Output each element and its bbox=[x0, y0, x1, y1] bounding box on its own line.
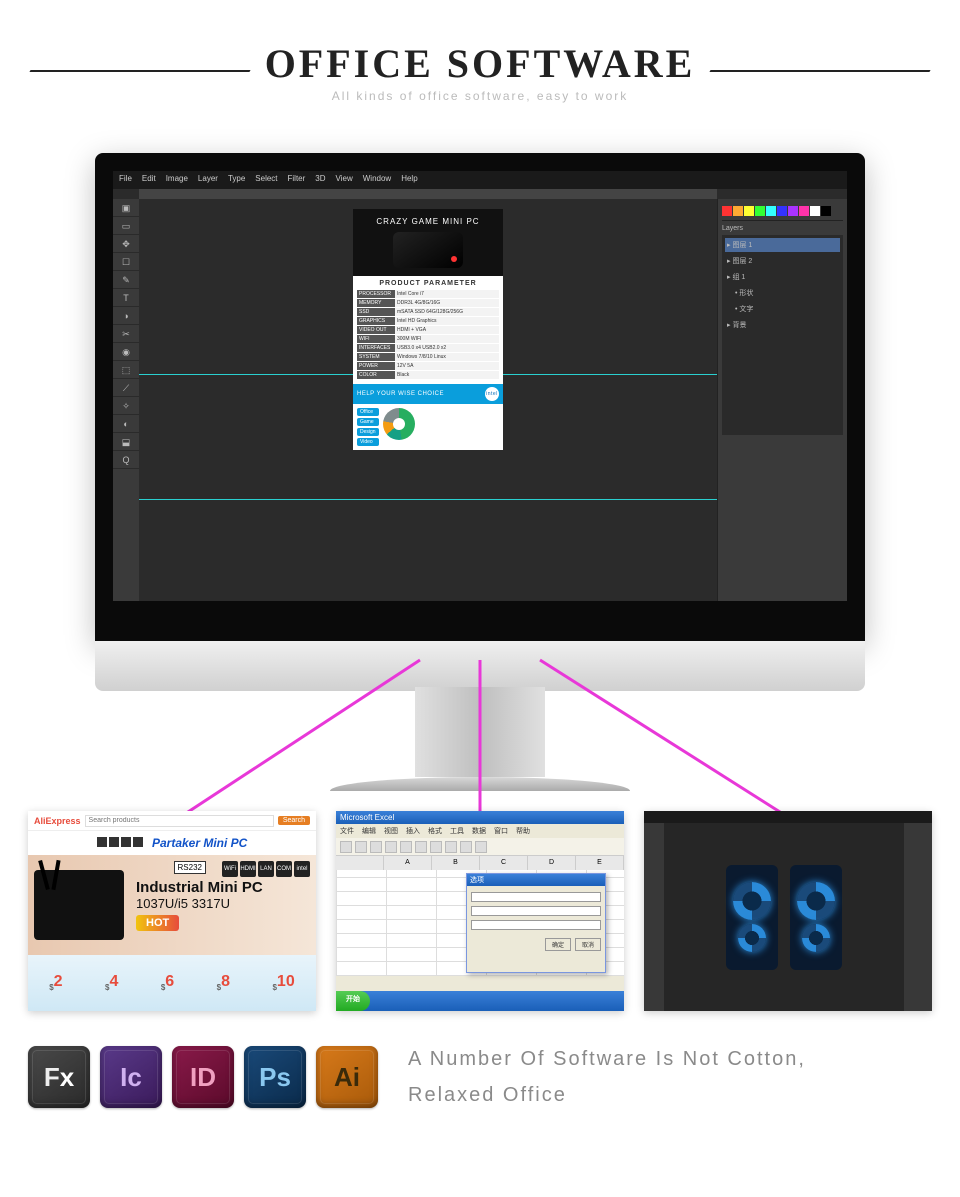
ps-menu-item: 3D bbox=[315, 174, 325, 186]
thumbnail-browser: AliExpress Search Partaker Mini PC Indus… bbox=[28, 811, 316, 1011]
phone-mockup bbox=[726, 865, 778, 970]
dial-ui-icon bbox=[738, 924, 766, 952]
monitor-bezel: File Edit Image Layer Type Select Filter… bbox=[95, 153, 865, 641]
deal-value: $6 bbox=[161, 973, 174, 992]
deal-value: $4 bbox=[105, 973, 118, 992]
dial-ui-icon bbox=[797, 882, 835, 920]
design-menubar bbox=[644, 811, 932, 823]
aliexpress-logo: AliExpress bbox=[34, 816, 81, 826]
partaker-banner: Partaker Mini PC bbox=[28, 831, 316, 855]
photoshop-menubar: File Edit Image Layer Type Select Filter… bbox=[113, 171, 847, 189]
start-button[interactable]: 开始 bbox=[336, 991, 370, 1011]
rs232-label: RS232 bbox=[174, 861, 206, 874]
excel-menubar: 文件 编辑 视图 插入 格式 工具 数据 窗口 帮助 bbox=[336, 824, 624, 838]
monitor-screen: File Edit Image Layer Type Select Filter… bbox=[113, 171, 847, 601]
dialog-input[interactable] bbox=[471, 892, 601, 902]
hot-badge: HOT bbox=[136, 915, 179, 931]
dial-ui-icon bbox=[733, 882, 771, 920]
footer-row: Fx Ic ID Ps Ai A Number Of Software Is N… bbox=[0, 1011, 960, 1113]
product-cpu: 1037U/i5 3317U bbox=[136, 896, 263, 911]
artwork-hero-title: CRAZY GAME MINI PC bbox=[357, 217, 499, 226]
canvas-artwork: CRAZY GAME MINI PC PRODUCT PARAMETER PRO… bbox=[353, 209, 503, 450]
ps-menu-item: File bbox=[119, 174, 132, 186]
footer-text: A Number Of Software Is Not Cotton, Rela… bbox=[408, 1041, 932, 1113]
dialog-input[interactable] bbox=[471, 920, 601, 930]
dialog-input[interactable] bbox=[471, 906, 601, 916]
design-canvas bbox=[664, 823, 904, 1011]
monitor-chin bbox=[95, 641, 865, 691]
page-title: OFFICE SOFTWARE bbox=[265, 40, 696, 87]
monitor-stand bbox=[415, 687, 545, 777]
thumbnails-row: AliExpress Search Partaker Mini PC Indus… bbox=[0, 791, 960, 1011]
indesign-icon: ID bbox=[172, 1046, 234, 1108]
monitor-illustration: File Edit Image Layer Type Select Filter… bbox=[95, 153, 865, 791]
artwork-hero: CRAZY GAME MINI PC bbox=[353, 209, 503, 276]
pie-chart-icon bbox=[383, 408, 415, 440]
ps-menu-item: Select bbox=[255, 174, 277, 186]
flex-builder-icon: Fx bbox=[28, 1046, 90, 1108]
ps-menu-item: Edit bbox=[142, 174, 156, 186]
design-toolbar bbox=[644, 823, 664, 1011]
photoshop-panels: Layers ▸ 图层 1 ▸ 图层 2 ▸ 组 1 • 形状 • 文字 ▸ 背… bbox=[717, 199, 847, 601]
excel-titlebar: Microsoft Excel bbox=[336, 811, 624, 824]
page-header: OFFICE SOFTWARE All kinds of office soft… bbox=[0, 0, 960, 103]
product-hero: Industrial Mini PC 1037U/i5 3317U HOT Wi… bbox=[28, 855, 316, 955]
ok-button[interactable]: 确定 bbox=[545, 938, 571, 951]
guide-line bbox=[139, 499, 717, 500]
design-panels bbox=[904, 823, 932, 1011]
browser-topbar: AliExpress Search bbox=[28, 811, 316, 831]
divider-left bbox=[29, 70, 250, 72]
dial-ui-icon bbox=[802, 924, 830, 952]
ps-menu-item: Window bbox=[363, 174, 391, 186]
ps-menu-item: View bbox=[336, 174, 353, 186]
search-button[interactable]: Search bbox=[278, 816, 310, 825]
ps-menu-item: Filter bbox=[288, 174, 306, 186]
deal-value: $10 bbox=[272, 973, 294, 992]
windows-taskbar: 开始 bbox=[336, 991, 624, 1011]
feature-badges: WiFi HDMI LAN COM intel bbox=[222, 861, 310, 877]
deal-value: $2 bbox=[49, 973, 62, 992]
ps-menu-item: Type bbox=[228, 174, 245, 186]
spec-heading: PRODUCT PARAMETER bbox=[357, 280, 499, 287]
page-subtitle: All kinds of office software, easy to wo… bbox=[0, 89, 960, 103]
ps-menu-item: Image bbox=[166, 174, 188, 186]
artwork-chart: Office Game Design Video bbox=[353, 404, 503, 450]
options-dialog: 选项 确定 取消 bbox=[466, 873, 606, 973]
photoshop-toolbar: ▣▭✥☐✎T◑✂◉⬚⟋✧◐⬓Q bbox=[113, 199, 139, 601]
incopy-icon: Ic bbox=[100, 1046, 162, 1108]
artwork-specs: PRODUCT PARAMETER PROCESSORIntel Core i7… bbox=[353, 276, 503, 384]
ps-menu-item: Help bbox=[401, 174, 417, 186]
software-icons: Fx Ic ID Ps Ai bbox=[28, 1046, 378, 1108]
artwork-blue-banner: HELP YOUR WISE CHOICE intel bbox=[353, 384, 503, 404]
search-input[interactable] bbox=[85, 815, 274, 827]
phone-mockup bbox=[790, 865, 842, 970]
blue-banner-text: HELP YOUR WISE CHOICE bbox=[357, 391, 444, 397]
divider-right bbox=[709, 70, 930, 72]
excel-toolbar bbox=[336, 838, 624, 856]
mini-pc-icon bbox=[393, 232, 463, 268]
illustrator-icon: Ai bbox=[316, 1046, 378, 1108]
product-image-icon bbox=[34, 870, 124, 940]
ruler-horizontal bbox=[139, 189, 717, 199]
thumbnail-design-app bbox=[644, 811, 932, 1011]
monitor-base bbox=[330, 777, 630, 791]
deal-value: $8 bbox=[217, 973, 230, 992]
photoshop-icon: Ps bbox=[244, 1046, 306, 1108]
intel-badge-icon: intel bbox=[485, 387, 499, 401]
thumbnail-spreadsheet: Microsoft Excel 文件 编辑 视图 插入 格式 工具 数据 窗口 … bbox=[336, 811, 624, 1011]
ps-menu-item: Layer bbox=[198, 174, 218, 186]
product-title: Industrial Mini PC bbox=[136, 879, 263, 896]
cancel-button[interactable]: 取消 bbox=[575, 938, 601, 951]
photoshop-canvas: CRAZY GAME MINI PC PRODUCT PARAMETER PRO… bbox=[139, 199, 717, 601]
deals-strip: $2 $4 $6 $8 $10 bbox=[28, 955, 316, 1011]
dialog-title: 选项 bbox=[467, 874, 605, 886]
